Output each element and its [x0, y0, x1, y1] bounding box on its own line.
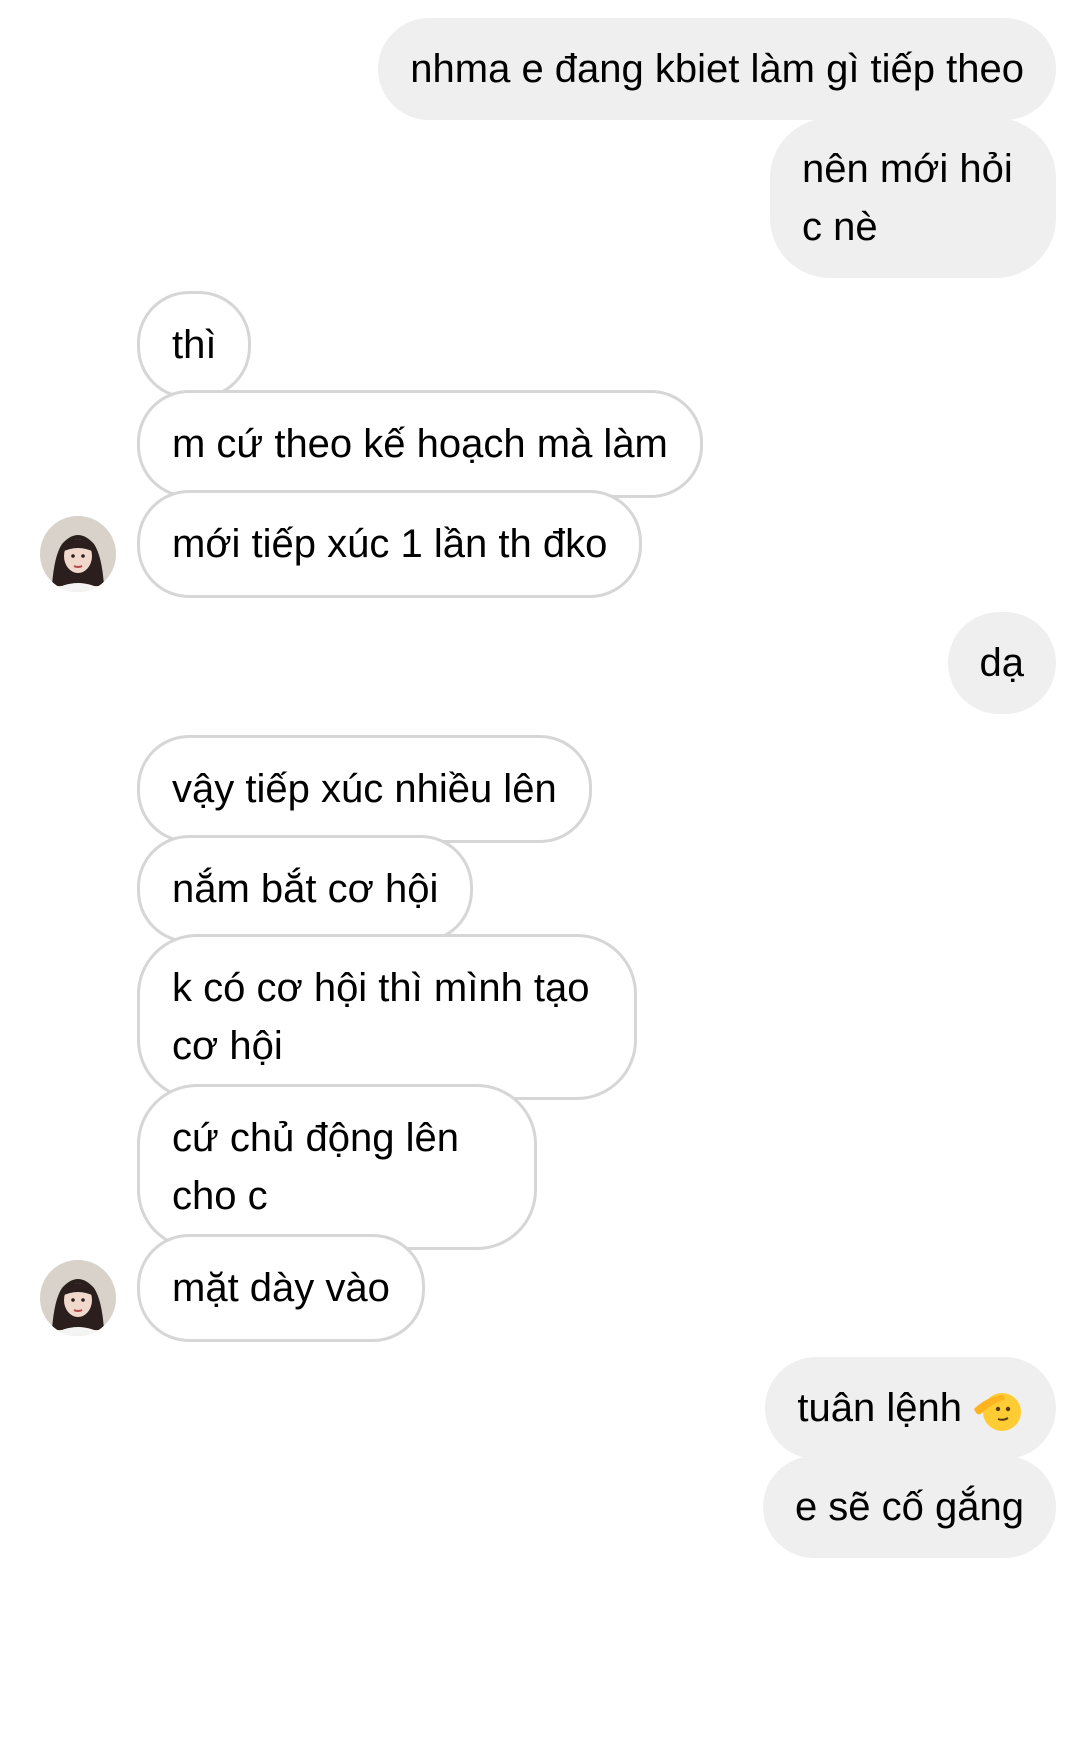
message-text: mặt dày vào — [172, 1266, 390, 1310]
received-message[interactable]: thì — [137, 291, 252, 399]
message-text: nên mới hỏi c nè — [802, 147, 1013, 249]
message-text: e sẽ cố gắng — [794, 1485, 1024, 1529]
received-message[interactable]: vậy tiếp xúc nhiều lên — [137, 735, 592, 843]
message-text: cứ chủ động lên cho c — [172, 1116, 459, 1218]
message-text: m cứ theo kế hoạch mà làm — [172, 422, 668, 466]
message-text: nhma e đang kbiet làm gì tiếp theo — [410, 47, 1024, 91]
saluting-face-icon — [972, 1387, 1024, 1433]
message-text: vậy tiếp xúc nhiều lên — [172, 767, 557, 811]
sent-message[interactable]: tuân lệnh — [765, 1357, 1056, 1459]
message-text: k có cơ hội thì mình tạo cơ hội — [172, 966, 590, 1068]
contact-avatar[interactable] — [40, 1260, 116, 1336]
received-message[interactable]: cứ chủ động lên cho c — [137, 1084, 537, 1250]
sent-message[interactable]: dạ — [947, 612, 1056, 714]
sent-message[interactable]: nhma e đang kbiet làm gì tiếp theo — [378, 18, 1056, 120]
received-message[interactable]: nắm bắt cơ hội — [137, 835, 474, 943]
message-text: mới tiếp xúc 1 lần th đko — [172, 522, 608, 566]
message-text: nắm bắt cơ hội — [172, 867, 439, 911]
message-text: tuân lệnh — [797, 1386, 962, 1430]
message-text: thì — [172, 323, 217, 367]
received-message[interactable]: k có cơ hội thì mình tạo cơ hội — [137, 934, 637, 1100]
sent-message[interactable]: nên mới hỏi c nè — [770, 118, 1056, 278]
contact-avatar[interactable] — [40, 516, 116, 592]
avatar-icon — [40, 1260, 116, 1336]
sent-message[interactable]: e sẽ cố gắng — [762, 1456, 1056, 1558]
avatar-icon — [40, 516, 116, 592]
received-message[interactable]: m cứ theo kế hoạch mà làm — [137, 390, 703, 498]
received-message[interactable]: mặt dày vào — [137, 1234, 425, 1342]
message-text: dạ — [979, 641, 1025, 685]
received-message[interactable]: mới tiếp xúc 1 lần th đko — [137, 490, 643, 598]
